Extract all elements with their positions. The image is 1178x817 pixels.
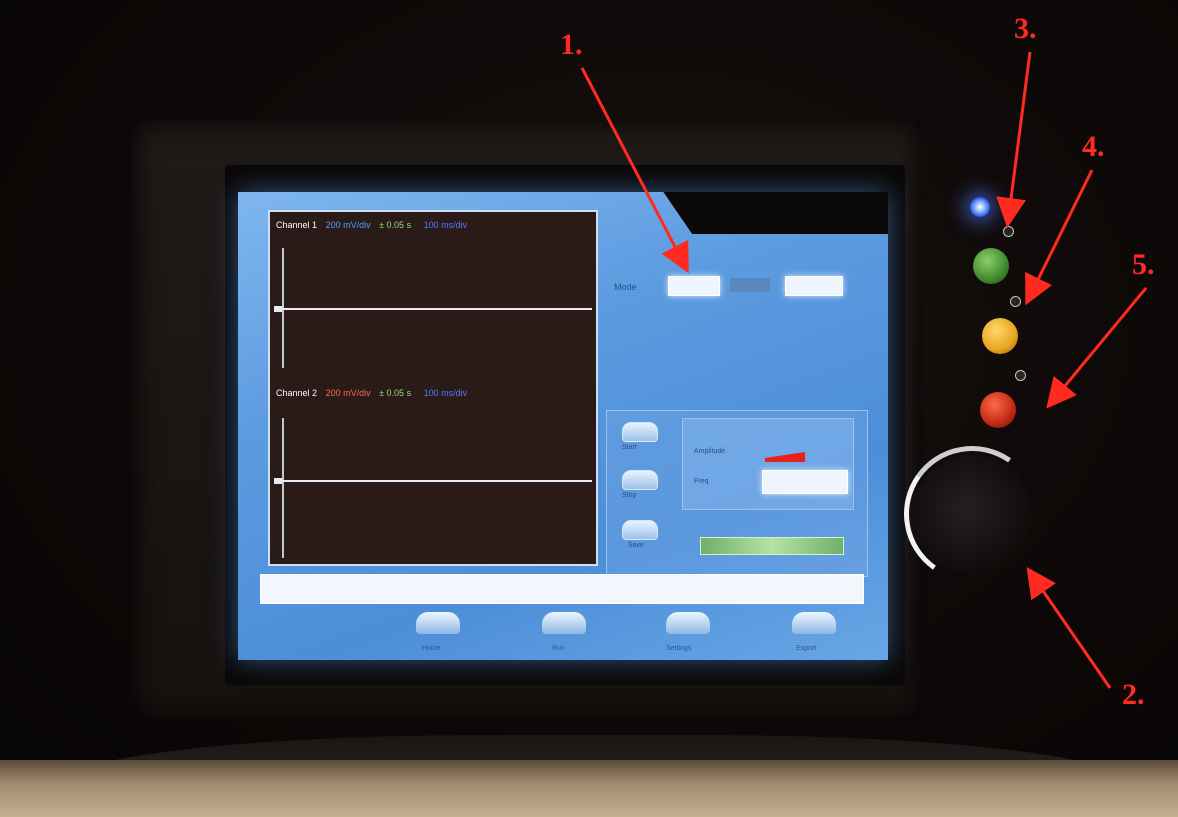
annotation-2: 2. bbox=[1122, 678, 1145, 711]
photo-scene: Channel 1 200 mV/div ± 0.05 s 100 ms/div… bbox=[0, 0, 1178, 817]
annotation-4: 4. bbox=[1082, 130, 1105, 163]
annotation-3: 3. bbox=[1014, 12, 1037, 45]
arrow-3 bbox=[996, 51, 1032, 228]
annotation-5: 5. bbox=[1132, 248, 1155, 281]
annotation-arrows bbox=[580, 51, 1148, 689]
arrow-5 bbox=[1046, 287, 1148, 409]
arrow-2 bbox=[1026, 567, 1112, 689]
arrow-4 bbox=[1025, 169, 1094, 306]
arrow-1 bbox=[580, 67, 689, 274]
annotation-1: 1. bbox=[560, 28, 583, 61]
